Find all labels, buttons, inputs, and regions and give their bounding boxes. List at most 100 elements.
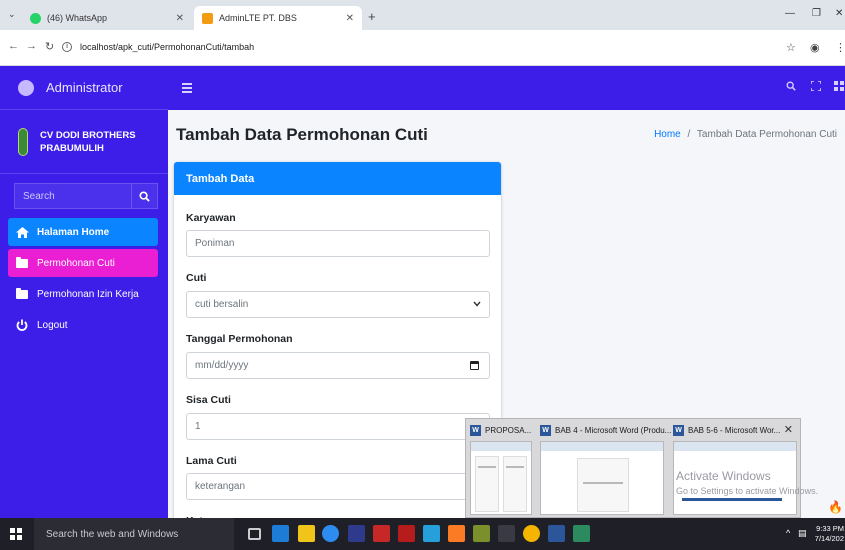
restore-icon[interactable]: ❐ bbox=[812, 8, 821, 19]
home-icon bbox=[16, 226, 29, 238]
navbar-search-icon[interactable] bbox=[786, 81, 796, 94]
tab-label: AdminLTE PT. DBS bbox=[219, 13, 297, 23]
taskbar-thumbnail-popup: W PROPOSA... W BAB 4 - Microsoft Word (P… bbox=[465, 418, 801, 518]
sisa-cuti-input[interactable]: 1 bbox=[186, 413, 490, 440]
xampp-icon[interactable] bbox=[448, 525, 465, 542]
top-navbar bbox=[168, 66, 845, 110]
breadcrumb-current: Tambah Data Permohonan Cuti bbox=[696, 129, 837, 140]
file-explorer-icon[interactable] bbox=[298, 525, 315, 542]
folder-icon bbox=[16, 287, 29, 299]
close-thumbnail-icon[interactable]: ✕ bbox=[784, 423, 793, 436]
new-tab-icon[interactable]: + bbox=[368, 9, 376, 24]
tanggal-permohonan-placeholder: mm/dd/yyyy bbox=[195, 360, 249, 371]
fullscreen-icon[interactable] bbox=[810, 80, 822, 94]
profile-icon[interactable]: ◉ bbox=[810, 41, 820, 54]
game-app-icon[interactable] bbox=[473, 525, 490, 542]
minimize-icon[interactable]: — bbox=[785, 8, 795, 19]
grid-apps-icon[interactable] bbox=[834, 81, 844, 94]
excel-taskbar-icon[interactable] bbox=[573, 525, 590, 542]
sidebar-item-label: Permohonan Izin Kerja bbox=[37, 288, 139, 300]
company-logo-icon bbox=[18, 127, 28, 156]
photoshop-icon[interactable] bbox=[348, 525, 365, 542]
windows-start-icon[interactable] bbox=[10, 528, 22, 540]
thumbnail-title: W PROPOSA... bbox=[470, 425, 531, 436]
thumbnail-preview bbox=[540, 441, 664, 515]
sidebar-search-button[interactable] bbox=[132, 183, 158, 209]
url-field[interactable]: i localhost/apk_cuti/PermohonanCuti/tamb… bbox=[62, 36, 762, 58]
sidebar: Administrator CV DODI BROTHERS PRABUMULI… bbox=[0, 66, 168, 518]
close-window-icon[interactable]: ✕ bbox=[835, 8, 843, 19]
brand-text: Administrator bbox=[46, 80, 123, 95]
card-header: Tambah Data bbox=[174, 162, 501, 195]
tab-whatsapp[interactable]: (46) WhatsApp ✕ bbox=[22, 6, 192, 30]
thumbnail-proposal[interactable]: W PROPOSA... bbox=[466, 419, 534, 519]
site-info-icon[interactable]: i bbox=[62, 42, 72, 52]
thumbnail-title: W BAB 5-6 - Microsoft Wor... bbox=[673, 425, 780, 436]
adminlte-favicon-icon bbox=[202, 12, 213, 24]
back-icon[interactable]: ← bbox=[8, 40, 19, 52]
bookmark-star-icon[interactable]: ☆ bbox=[786, 41, 796, 54]
windows-taskbar: Search the web and Windows ^ ▤ 9:33 PM 7… bbox=[0, 518, 845, 550]
search-icon bbox=[139, 190, 150, 202]
taskbar-search-input[interactable]: Search the web and Windows bbox=[34, 518, 234, 550]
filezilla-icon[interactable] bbox=[373, 525, 390, 542]
sidebar-search-input[interactable]: Search bbox=[14, 183, 132, 209]
calendar-icon[interactable] bbox=[470, 361, 479, 370]
hamburger-menu-icon[interactable] bbox=[182, 83, 192, 95]
brand-logo-icon bbox=[18, 79, 34, 96]
page-title: Tambah Data Permohonan Cuti bbox=[176, 125, 428, 144]
lama-cuti-input[interactable]: keterangan bbox=[186, 473, 490, 500]
clock-time: 9:33 PM bbox=[816, 524, 844, 533]
tab-close-icon[interactable]: ✕ bbox=[176, 13, 184, 24]
browser-menu-icon[interactable]: ⋮ bbox=[835, 41, 845, 54]
tab-search-chevron-icon[interactable]: ⌄ bbox=[8, 9, 16, 20]
download-app-icon[interactable] bbox=[498, 525, 515, 542]
lama-cuti-label: Lama Cuti bbox=[186, 455, 237, 467]
karyawan-input[interactable]: Poniman bbox=[186, 230, 490, 257]
company-name: CV DODI BROTHERS PRABUMULIH bbox=[40, 129, 136, 155]
task-view-icon[interactable] bbox=[248, 528, 261, 540]
forward-icon[interactable]: → bbox=[26, 40, 37, 52]
folder-icon bbox=[16, 256, 29, 268]
cube-app-icon[interactable] bbox=[423, 525, 440, 542]
breadcrumb: Home / Tambah Data Permohonan Cuti bbox=[654, 129, 837, 140]
tab-label: (46) WhatsApp bbox=[47, 13, 108, 23]
chrome-icon[interactable] bbox=[523, 525, 540, 542]
sidebar-item-permohonan-cuti[interactable]: Permohonan Cuti bbox=[8, 249, 158, 277]
tanggal-permohonan-input[interactable]: mm/dd/yyyy bbox=[186, 352, 490, 379]
activate-windows-watermark: Activate Windows bbox=[676, 469, 771, 483]
form-card: Tambah Data Karyawan Poniman Cuti cuti b… bbox=[174, 162, 501, 532]
system-clock[interactable]: 9:33 PM 7/14/202 bbox=[814, 524, 844, 544]
browser-tab-bar: ⌄ (46) WhatsApp ✕ AdminLTE PT. DBS ✕ + —… bbox=[0, 0, 845, 30]
sidebar-item-permohonan-izin-kerja[interactable]: Permohonan Izin Kerja bbox=[8, 280, 158, 308]
word-icon: W bbox=[540, 425, 551, 436]
company-name-line1: CV DODI BROTHERS bbox=[40, 129, 136, 141]
karyawan-label: Karyawan bbox=[186, 212, 236, 224]
tray-chevron-up-icon[interactable]: ^ bbox=[786, 528, 790, 538]
thumbnail-title-text: PROPOSA... bbox=[485, 426, 532, 435]
chevron-down-icon bbox=[473, 299, 481, 310]
tab-adminlte[interactable]: AdminLTE PT. DBS ✕ bbox=[194, 6, 362, 30]
reload-icon[interactable]: ↻ bbox=[45, 40, 54, 53]
taskbar-search-placeholder: Search the web and Windows bbox=[46, 528, 179, 540]
lama-cuti-placeholder: keterangan bbox=[195, 481, 246, 492]
thumbnail-bab-4[interactable]: W BAB 4 - Microsoft Word (Produ... bbox=[536, 419, 671, 519]
flame-icon: 🔥 bbox=[828, 500, 843, 514]
word-taskbar-icon[interactable] bbox=[548, 525, 565, 542]
sidebar-search-placeholder: Search bbox=[23, 190, 55, 202]
notification-icon[interactable]: ▤ bbox=[798, 528, 807, 539]
edge-browser-icon[interactable] bbox=[322, 525, 339, 542]
breadcrumb-home-link[interactable]: Home bbox=[654, 129, 681, 140]
sidebar-item-home[interactable]: Halaman Home bbox=[8, 218, 158, 246]
power-icon bbox=[16, 319, 29, 331]
sidebar-nav: Halaman Home Permohonan Cuti Permohonan … bbox=[8, 218, 158, 342]
brand-link[interactable]: Administrator bbox=[0, 66, 168, 110]
activate-windows-subtext: Go to Settings to activate Windows. bbox=[676, 486, 819, 496]
thumbnail-title-text: BAB 4 - Microsoft Word (Produ... bbox=[555, 426, 672, 435]
visual-studio-code-icon[interactable] bbox=[272, 525, 289, 542]
tab-close-icon[interactable]: ✕ bbox=[346, 13, 354, 24]
acrobat-icon[interactable] bbox=[398, 525, 415, 542]
user-panel[interactable]: CV DODI BROTHERS PRABUMULIH bbox=[0, 110, 168, 174]
sidebar-item-logout[interactable]: Logout bbox=[8, 311, 158, 339]
cuti-select[interactable]: cuti bersalin bbox=[186, 291, 490, 318]
